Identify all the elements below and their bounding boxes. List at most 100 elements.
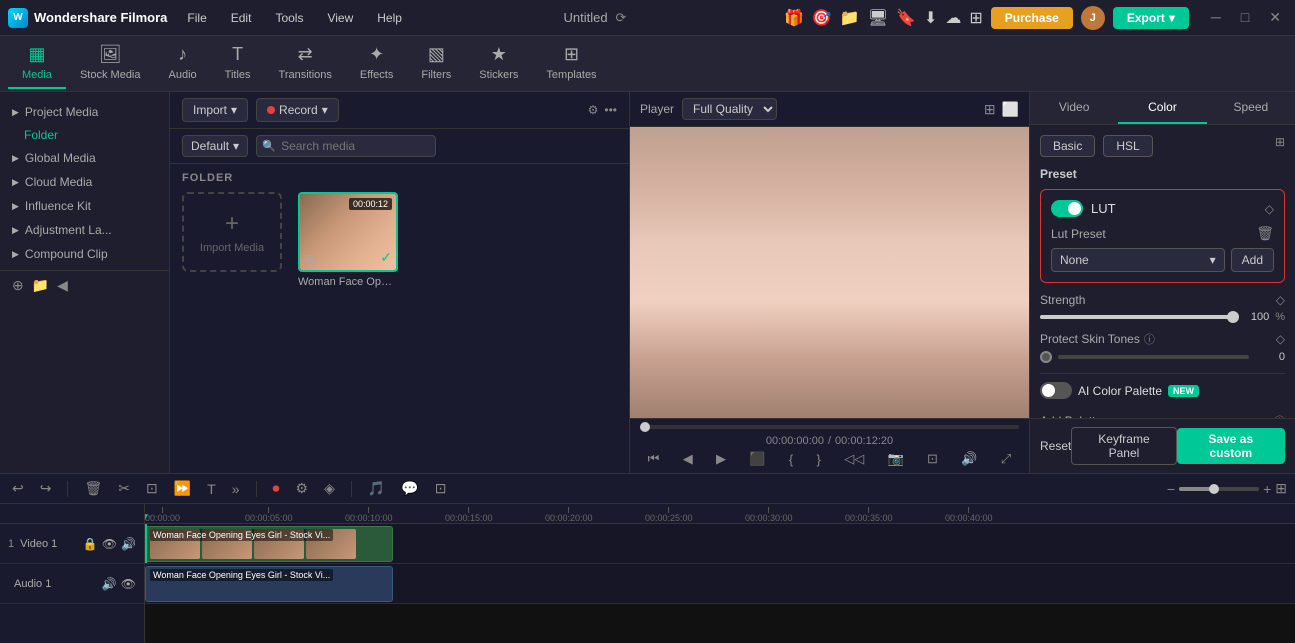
bookmark-button[interactable]: 🔖 [896, 8, 916, 28]
tab-speed[interactable]: Speed [1207, 92, 1295, 124]
lut-none-select[interactable]: None ▾ [1051, 248, 1225, 272]
play-button[interactable]: ▶ [716, 451, 726, 467]
lut-diamond-icon[interactable]: ◇ [1265, 202, 1274, 216]
player-progress-bar[interactable] [640, 425, 1019, 429]
strength-slider[interactable] [1040, 315, 1233, 319]
zoom-out-button[interactable]: − [1167, 481, 1175, 497]
export-dropdown-icon[interactable]: ▾ [1169, 11, 1175, 25]
mark-in-button[interactable]: { [789, 452, 793, 467]
search-input[interactable] [256, 135, 436, 157]
menu-file[interactable]: File [183, 9, 210, 27]
zoom-thumb[interactable] [1209, 484, 1219, 494]
minimize-button[interactable]: ─ [1205, 7, 1227, 28]
grid-timeline-button[interactable]: ⊞ [1275, 480, 1287, 497]
more-options-icon[interactable]: ••• [604, 103, 617, 117]
purchase-button[interactable]: Purchase [991, 7, 1073, 29]
tab-stock-media[interactable]: 🖼 Stock Media [66, 38, 155, 89]
track-eye-icon[interactable]: 👁 [102, 537, 117, 551]
sidebar-folder-icon[interactable]: 📁 [32, 277, 49, 294]
delete-clip-button[interactable]: 🗑 [80, 478, 106, 499]
sidebar-item-global-media[interactable]: ▶ Global Media [0, 146, 169, 170]
protect-skin-slider[interactable] [1058, 355, 1249, 359]
video-clip-1[interactable]: Woman Face Opening Eyes Girl - Stock Vi.… [145, 526, 393, 562]
more-tools-button[interactable]: » [228, 479, 244, 499]
menu-view[interactable]: View [323, 9, 357, 27]
sub-tab-hsl[interactable]: HSL [1103, 135, 1152, 157]
filter-icon[interactable]: ⚙ [588, 103, 599, 117]
sub-tab-basic[interactable]: Basic [1040, 135, 1095, 157]
fullscreen-icon[interactable]: ⬜ [1002, 101, 1019, 118]
lut-toggle[interactable] [1051, 200, 1083, 217]
sidebar-item-adjustment-la[interactable]: ▶ Adjustment La... [0, 218, 169, 242]
sidebar-add-icon[interactable]: ⊕ [12, 277, 24, 294]
track-audio-eye-icon[interactable]: 👁 [121, 577, 136, 591]
protect-skin-dot[interactable] [1040, 351, 1052, 363]
tab-color[interactable]: Color [1118, 92, 1206, 124]
play-back-button[interactable]: ◀ [683, 451, 693, 467]
sidebar-item-project-media[interactable]: ▶ Project Media [0, 100, 169, 124]
pip-button[interactable]: ⊡ [927, 451, 938, 467]
menu-tools[interactable]: Tools [271, 9, 307, 27]
prev-frame-button[interactable]: ◁◁ [844, 451, 864, 467]
tab-titles[interactable]: T Titles [211, 38, 265, 89]
menu-help[interactable]: Help [373, 9, 406, 27]
tab-filters[interactable]: ▧ Filters [407, 38, 465, 89]
playhead[interactable] [145, 524, 147, 563]
grid-view-icon[interactable]: ⊞ [984, 101, 996, 118]
track-audio-mute-icon[interactable]: 🔊 [102, 577, 117, 591]
user-avatar[interactable]: J [1081, 6, 1105, 30]
save-as-custom-button[interactable]: Save as custom [1177, 428, 1285, 464]
volume-button[interactable]: 🔊 [961, 451, 977, 467]
ai-color-toggle[interactable] [1040, 382, 1072, 399]
tablet-button[interactable]: 🖥 [868, 8, 888, 28]
step-back-button[interactable]: ⏮ [648, 451, 660, 467]
undo-button[interactable]: ↩ [8, 478, 28, 499]
tab-templates[interactable]: ⊞ Templates [532, 38, 610, 89]
projects-button[interactable]: 📁 [840, 8, 860, 28]
sidebar-collapse-icon[interactable]: ◀ [57, 277, 68, 294]
cloud-button[interactable]: ☁ [945, 8, 961, 28]
sidebar-item-cloud-media[interactable]: ▶ Cloud Media [0, 170, 169, 194]
mark-out-button[interactable]: } [817, 452, 821, 467]
mask-button[interactable]: ◈ [320, 478, 339, 499]
settings-button[interactable]: ⚙ [292, 478, 313, 499]
refresh-icon[interactable]: ⟳ [616, 10, 627, 26]
import-media-button[interactable]: + Import Media [182, 192, 282, 272]
apps-button[interactable]: ⊞ [969, 8, 982, 28]
record-timeline-button[interactable]: ⏺ [269, 478, 284, 499]
track-lock-icon[interactable]: 🔒 [83, 537, 98, 551]
info-icon[interactable]: ⓘ [1144, 331, 1155, 347]
tab-video[interactable]: Video [1030, 92, 1118, 124]
maximize-button[interactable]: □ [1235, 7, 1255, 28]
tab-media[interactable]: ▦ Media [8, 38, 66, 89]
stop-button[interactable]: ⬛ [749, 451, 765, 467]
fullscreen-button[interactable]: ⤢ [1001, 451, 1011, 467]
target-button[interactable]: 🎯 [812, 8, 832, 28]
record-button[interactable]: Record ▾ [256, 98, 339, 122]
sidebar-item-folder[interactable]: Folder [0, 124, 169, 146]
subtitle-button[interactable]: 💬 [397, 478, 422, 499]
sidebar-item-compound-clip[interactable]: ▶ Compound Clip [0, 242, 169, 266]
text-button[interactable]: T [203, 479, 220, 499]
sidebar-item-influence-kit[interactable]: ▶ Influence Kit [0, 194, 169, 218]
close-button[interactable]: ✕ [1263, 7, 1287, 28]
lut-add-button[interactable]: Add [1231, 248, 1274, 272]
crop-button[interactable]: ⊡ [142, 478, 162, 499]
strength-slider-thumb[interactable] [1227, 311, 1239, 323]
pip-timeline-button[interactable]: ⊡ [431, 478, 451, 499]
import-button[interactable]: Import ▾ [182, 98, 248, 122]
lut-delete-button[interactable]: 🗑 [1256, 225, 1274, 242]
progress-thumb[interactable] [640, 422, 650, 432]
protect-diamond-icon[interactable]: ◇ [1276, 332, 1285, 346]
audio-timeline-button[interactable]: 🎵 [364, 478, 389, 499]
tab-stickers[interactable]: ★ Stickers [465, 38, 532, 89]
quality-select[interactable]: Full Quality [682, 98, 777, 120]
speed-button[interactable]: ⏩ [170, 478, 195, 499]
keyframe-panel-button[interactable]: Keyframe Panel [1071, 427, 1176, 465]
audio-clip-1[interactable]: Woman Face Opening Eyes Girl - Stock Vi.… [145, 566, 393, 602]
tab-audio[interactable]: ♪ Audio [155, 38, 211, 89]
snapshot-button[interactable]: 📷 [888, 451, 904, 467]
track-mute-icon[interactable]: 🔊 [121, 537, 136, 551]
media-thumb-woman-face[interactable]: 00:00:12 ⊞ ✓ Woman Face Opening... [298, 192, 398, 288]
strength-diamond-icon[interactable]: ◇ [1276, 293, 1285, 307]
